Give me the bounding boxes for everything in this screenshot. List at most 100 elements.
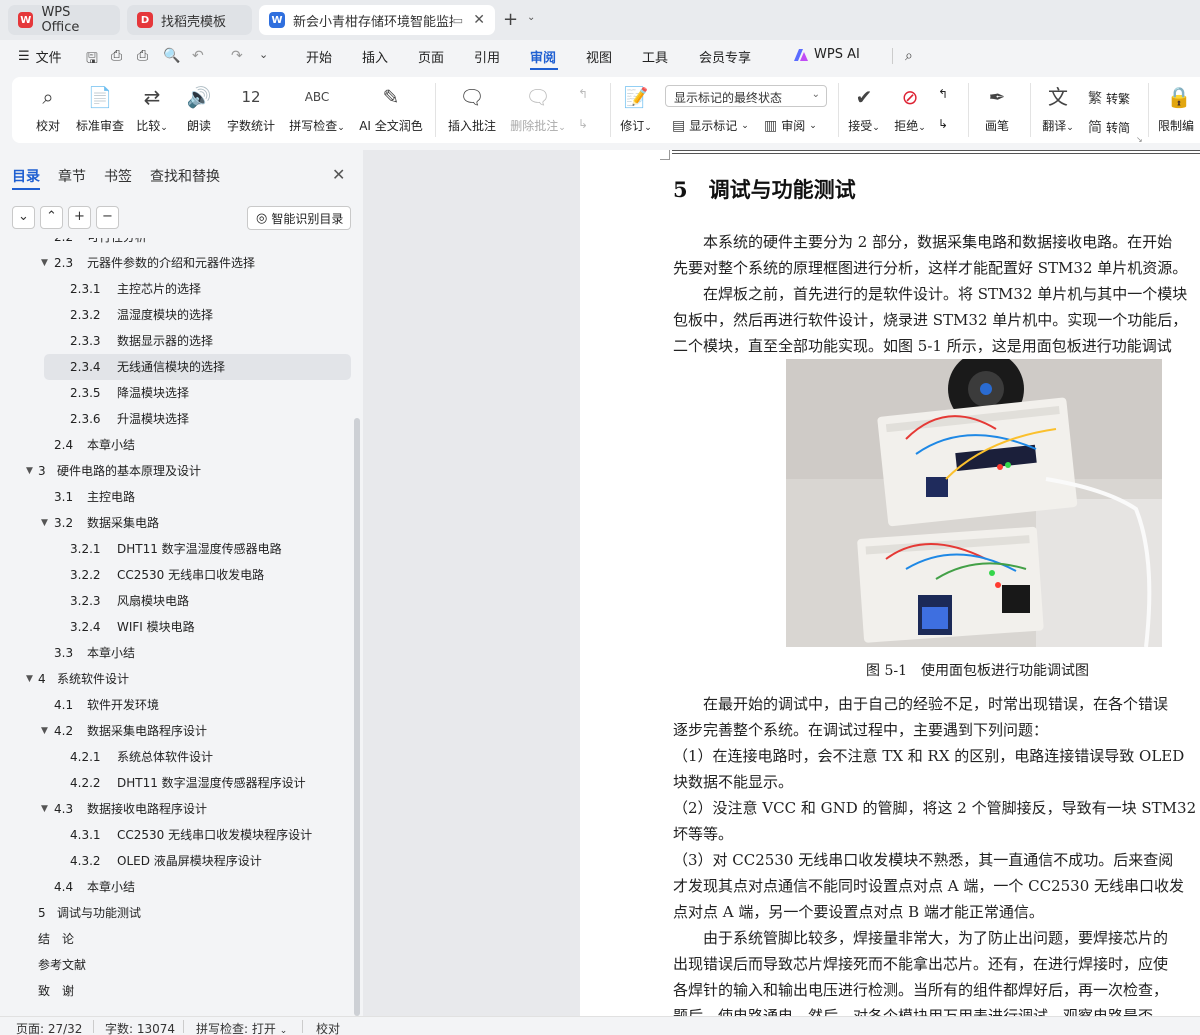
remove-heading-button[interactable]: −: [96, 206, 119, 229]
breadboard-photo[interactable]: [786, 359, 1162, 647]
page-indicator[interactable]: 页面: 27/32: [16, 1020, 82, 1035]
standard-review-button[interactable]: 📄 标准审查: [74, 83, 126, 134]
toc-item[interactable]: 2.3.5 降温模块选择: [0, 380, 352, 406]
toc-item[interactable]: 4.2.2 DHT11 数字温湿度传感器程序设计: [0, 770, 352, 796]
sidebar-tab-bookmarks[interactable]: 书签: [104, 166, 132, 186]
expand-triangle-icon[interactable]: ▼: [41, 250, 48, 276]
toc-item[interactable]: ▼ 3.2 数据采集电路: [0, 510, 352, 536]
toc-item[interactable]: ▼ 4.3 数据接收电路程序设计: [0, 796, 352, 822]
tab-docer-templates[interactable]: D 找稻壳模板: [127, 5, 252, 35]
toc-item[interactable]: 2.4 本章小结: [0, 432, 352, 458]
toc-item[interactable]: 2.3.1 主控芯片的选择: [0, 276, 352, 302]
accept-button[interactable]: ✔ 接受⌄: [846, 83, 882, 134]
menu-home[interactable]: 开始: [306, 47, 332, 66]
toc-item[interactable]: 3.1 主控电路: [0, 484, 352, 510]
toc-item[interactable]: ▼ 2.3 元器件参数的介绍和元器件选择: [0, 250, 352, 276]
toc-item[interactable]: 参考文献: [0, 952, 352, 978]
quick-access-chevron-icon[interactable]: ⌄: [259, 48, 268, 61]
toc-item[interactable]: 4.2.1 系统总体软件设计: [0, 744, 352, 770]
proof-indicator[interactable]: 校对: [316, 1020, 340, 1035]
to-simplified-button[interactable]: 简 转简: [1088, 117, 1130, 137]
print-icon[interactable]: ⎙: [137, 48, 148, 64]
toc-item[interactable]: 4.1 软件开发环境: [0, 692, 352, 718]
toc-item[interactable]: 3.2.4 WIFI 模块电路: [0, 614, 352, 640]
next-change-icon[interactable]: ↳: [938, 117, 948, 131]
toc-item[interactable]: 3.2.3 风扇模块电路: [0, 588, 352, 614]
spell-check-indicator[interactable]: 拼写检查: 打开 ⌄: [196, 1020, 287, 1035]
restrict-editing-button[interactable]: 🔒 限制编: [1158, 83, 1200, 134]
file-menu[interactable]: ☰ 文件: [18, 47, 62, 66]
read-aloud-button[interactable]: 🔊 朗读: [184, 83, 214, 134]
expand-triangle-icon[interactable]: ▼: [41, 718, 48, 744]
close-icon[interactable]: ✕: [332, 165, 345, 184]
sidebar-tab-toc[interactable]: 目录: [12, 166, 40, 186]
toc-item[interactable]: 3.2.2 CC2530 无线串口收发电路: [0, 562, 352, 588]
expand-triangle-icon[interactable]: ▼: [41, 510, 48, 536]
toc-item[interactable]: 2.2 可行性分析: [0, 238, 352, 250]
print-preview-icon[interactable]: 🔍: [163, 48, 180, 64]
redo-icon[interactable]: ↷: [231, 48, 243, 64]
save-icon[interactable]: 🖫: [86, 48, 98, 72]
review-pane-button[interactable]: ▥ 审阅 ⌄: [764, 117, 817, 134]
to-traditional-button[interactable]: 繁 转繁: [1088, 88, 1130, 108]
toc-item[interactable]: 2.3.6 升温模块选择: [0, 406, 352, 432]
new-tab-plus-icon[interactable]: +: [503, 9, 518, 30]
export-icon[interactable]: ⎙: [111, 48, 122, 64]
sidebar-tab-find-replace[interactable]: 查找和替换: [150, 166, 220, 186]
translate-button[interactable]: 文 翻译⌄: [1040, 83, 1076, 134]
display-mode-select[interactable]: 显示标记的最终状态 ⌄: [665, 85, 827, 107]
collapse-all-button[interactable]: ⌄: [12, 206, 35, 229]
menu-tools[interactable]: 工具: [642, 47, 668, 66]
toc-item[interactable]: 2.3.3 数据显示器的选择: [0, 328, 352, 354]
toc-item[interactable]: 5 调试与功能测试: [0, 900, 352, 926]
expand-triangle-icon[interactable]: ▼: [41, 796, 48, 822]
reject-button[interactable]: ⊘ 拒绝⌄: [892, 83, 928, 134]
word-count-button[interactable]: 12 字数统计: [225, 83, 277, 134]
tab-current-document[interactable]: W 新会小青柑存储环境智能监控 ▭ ✕: [259, 5, 495, 35]
previous-comment-icon[interactable]: ↰: [578, 87, 588, 101]
menu-page[interactable]: 页面: [418, 47, 444, 66]
menu-wps-ai[interactable]: WPS AI: [814, 47, 860, 62]
expand-triangle-icon[interactable]: ▼: [26, 666, 33, 692]
sidebar-scrollbar[interactable]: [354, 418, 360, 1016]
monitor-icon[interactable]: ▭: [453, 14, 463, 27]
toc-item[interactable]: 3.3 本章小结: [0, 640, 352, 666]
add-heading-button[interactable]: +: [68, 206, 91, 229]
menu-references[interactable]: 引用: [474, 47, 500, 66]
undo-icon[interactable]: ↶: [192, 48, 204, 64]
expand-up-button[interactable]: ⌃: [40, 206, 63, 229]
delete-comment-button[interactable]: 🗨 删除批注⌄: [506, 83, 570, 134]
toc-item[interactable]: 3.2.1 DHT11 数字温湿度传感器电路: [0, 536, 352, 562]
previous-change-icon[interactable]: ↰: [938, 87, 948, 101]
toc-item[interactable]: 2.3.4 无线通信模块的选择: [44, 354, 351, 380]
chevron-down-icon[interactable]: ⌄: [527, 12, 535, 23]
track-changes-button[interactable]: 📝 修订⌄: [618, 83, 654, 134]
toc-item[interactable]: ▼ 4.2 数据采集电路程序设计: [0, 718, 352, 744]
toc-item[interactable]: 结 论: [0, 926, 352, 952]
spell-check-button[interactable]: ABC 拼写检查⌄: [286, 83, 348, 134]
menu-insert[interactable]: 插入: [362, 47, 388, 66]
toc-item[interactable]: ▼ 4 系统软件设计: [0, 666, 352, 692]
expand-dialog-icon[interactable]: ↘: [1136, 135, 1143, 144]
toc-item[interactable]: 4.3.1 CC2530 无线串口收发模块程序设计: [0, 822, 352, 848]
close-icon[interactable]: ✕: [473, 12, 485, 28]
proofread-button[interactable]: ⌕ 校对: [32, 83, 64, 134]
insert-comment-button[interactable]: 🗨 插入批注: [446, 83, 498, 134]
pen-button[interactable]: ✒ 画笔: [980, 83, 1014, 134]
smart-toc-button[interactable]: ◎ 智能识别目录: [247, 206, 351, 230]
search-icon[interactable]: ⌕: [905, 48, 913, 64]
sidebar-tab-sections[interactable]: 章节: [58, 166, 86, 186]
compare-button[interactable]: ⇄ 比较⌄: [134, 83, 170, 134]
menu-review[interactable]: 审阅: [530, 47, 556, 66]
next-comment-icon[interactable]: ↳: [578, 117, 588, 131]
toc-item[interactable]: 致 谢: [0, 978, 352, 1004]
expand-triangle-icon[interactable]: ▼: [26, 458, 33, 484]
toc-item[interactable]: 4.3.2 OLED 液晶屏模块程序设计: [0, 848, 352, 874]
show-markup-button[interactable]: ▤ 显示标记 ⌄: [672, 117, 749, 134]
word-count-indicator[interactable]: 字数: 13074: [105, 1020, 175, 1035]
ai-polish-button[interactable]: ✎ AI 全文润色: [356, 83, 426, 134]
toc-item[interactable]: 4.4 本章小结: [0, 874, 352, 900]
tab-wps-office[interactable]: W WPS Office: [8, 5, 120, 35]
menu-view[interactable]: 视图: [586, 47, 612, 66]
toc-item[interactable]: ▼ 3 硬件电路的基本原理及设计: [0, 458, 352, 484]
